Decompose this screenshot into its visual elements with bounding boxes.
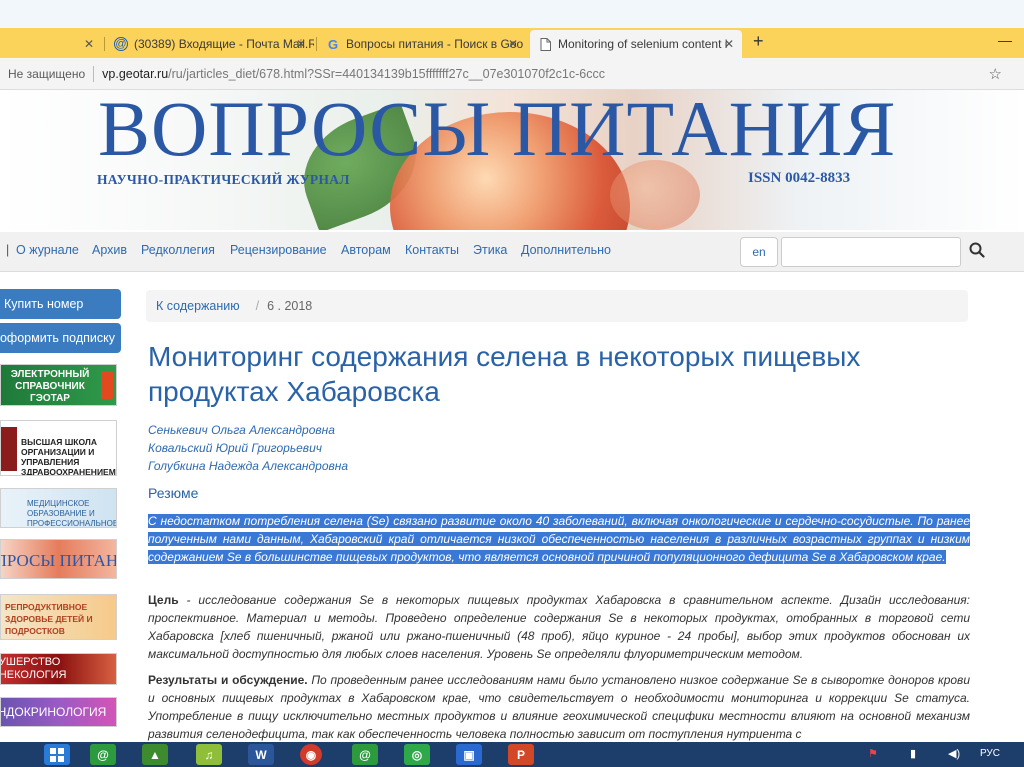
selected-text: С недостатком потребления селена (Se) св… xyxy=(148,514,970,564)
android-icon[interactable]: ▲ xyxy=(142,744,168,765)
tab-active-article[interactable]: Monitoring of selenium content i ✕ xyxy=(530,30,742,58)
journal-subtitle: НАУЧНО-ПРАКТИЧЕСКИЙ ЖУРНАЛ xyxy=(97,172,350,187)
url-text[interactable]: vp.geotar.ru/ru/jarticles_diet/678.html?… xyxy=(102,67,605,81)
start-icon[interactable] xyxy=(44,744,70,765)
journal-issn: ISSN 0042-8833 xyxy=(748,170,851,186)
nav-item-archive[interactable]: Архив xyxy=(92,243,127,257)
url-host: vp.geotar.ru xyxy=(102,66,169,81)
mail-agent-icon-2[interactable]: @ xyxy=(352,744,378,765)
keyboard-language[interactable]: РУС xyxy=(980,748,1000,759)
search-input[interactable] xyxy=(781,237,961,267)
breadcrumb: К содержанию / 6 . 2018 xyxy=(146,290,968,322)
minimize-icon[interactable]: — xyxy=(998,32,1012,48)
tab-divider xyxy=(316,37,317,51)
sidebar-banner-obstetrics[interactable]: АКУШЕРСТВО ГИНЕКОЛОГИЯ xyxy=(0,653,117,685)
sidebar-banner-school[interactable]: ВЫСШАЯ ШКОЛА ОРГАНИЗАЦИИ И УПРАВЛЕНИЯ ЗД… xyxy=(0,420,117,476)
nav-item-more[interactable]: Дополнительно xyxy=(521,243,611,257)
nav-item-about[interactable]: О журнале xyxy=(16,243,79,257)
tab-partial[interactable]: ✕ xyxy=(0,30,100,58)
banner-label: ВЫСШАЯ ШКОЛА ОРГАНИЗАЦИИ И УПРАВЛЕНИЯ ЗД… xyxy=(21,437,116,476)
mail-agent-icon[interactable]: @ xyxy=(90,744,116,765)
address-bar[interactable]: Не защищено vp.geotar.ru/ru/jarticles_di… xyxy=(0,58,1024,90)
music-icon[interactable]: ♫ xyxy=(196,744,222,765)
explorer-icon[interactable]: ▣ xyxy=(456,744,482,765)
banner-label: МЕДИЦИНСКОЕ ОБРАЗОВАНИЕ И ПРОФЕССИОНАЛЬН… xyxy=(27,499,117,528)
page-icon xyxy=(538,37,552,51)
school-logo-icon xyxy=(1,427,17,471)
author-link[interactable]: Голубкина Надежда Александровна xyxy=(148,457,348,475)
language-button[interactable]: en xyxy=(740,237,778,267)
address-divider xyxy=(93,65,95,82)
tab-mail[interactable]: @ (30389) Входящие - Почта Mail.R ✕ xyxy=(106,30,314,58)
url-path: /ru/jarticles_diet/678.html?SSr=44013413… xyxy=(168,66,605,81)
banner-label: ЭНДОКРИНОЛОГИЯ xyxy=(0,705,107,719)
banner-label: АКУШЕРСТВО ГИНЕКОЛОГИЯ xyxy=(0,656,67,681)
sidebar-banner-education[interactable]: МЕДИЦИНСКОЕ ОБРАЗОВАНИЕ И ПРОФЕССИОНАЛЬН… xyxy=(0,488,117,528)
nav-item-ethics[interactable]: Этика xyxy=(473,243,507,257)
bookmark-star-icon[interactable]: ☆ xyxy=(989,65,1002,83)
abstract-intro-selected[interactable]: С недостатком потребления селена (Se) св… xyxy=(148,512,970,566)
network-icon[interactable]: ▮ xyxy=(910,747,916,760)
google-icon: G xyxy=(327,36,339,52)
tab-google[interactable]: G Вопросы питания - Поиск в Goo ✕ xyxy=(318,30,526,58)
nav-left-border: | xyxy=(6,243,10,257)
banner-label: РЕПРОДУКТИВНОЕ ЗДОРОВЬЕ ДЕТЕЙ И ПОДРОСТК… xyxy=(5,602,93,636)
close-icon[interactable]: ✕ xyxy=(724,37,734,51)
tab-bar: ✕ @ (30389) Входящие - Почта Mail.R ✕ G … xyxy=(0,28,1024,58)
tab-divider xyxy=(104,37,105,51)
tab-label: Monitoring of selenium content i xyxy=(558,37,728,51)
nav-item-review[interactable]: Рецензирование xyxy=(230,243,327,257)
sidebar-banner-nutrition[interactable]: ВОПРОСЫ ПИТАНИЯ xyxy=(0,539,117,579)
results-label: Результаты и обсуждение. xyxy=(148,673,308,687)
new-tab-button[interactable]: + xyxy=(753,31,764,52)
nav-item-authors[interactable]: Авторам xyxy=(341,243,391,257)
journal-banner: ВОПРОСЫ ПИТАНИЯ НАУЧНО-ПРАКТИЧЕСКИЙ ЖУРН… xyxy=(0,90,1024,230)
close-icon[interactable]: ✕ xyxy=(84,37,94,51)
nav-item-contacts[interactable]: Контакты xyxy=(405,243,459,257)
goal-label: Цель xyxy=(148,593,179,607)
author-link[interactable]: Сенькевич Ольга Александровна xyxy=(148,421,348,439)
chrome-icon[interactable]: ◉ xyxy=(300,744,322,765)
sidebar-banner-reproductive[interactable]: РЕПРОДУКТИВНОЕ ЗДОРОВЬЕ ДЕТЕЙ И ПОДРОСТК… xyxy=(0,594,117,640)
subscribe-button[interactable]: оформить подписку xyxy=(0,323,121,353)
abstract-results: Результаты и обсуждение. По проведенным … xyxy=(148,671,970,743)
breadcrumb-issue: 6 . 2018 xyxy=(267,299,313,313)
flag-icon[interactable]: ⚑ xyxy=(868,747,878,760)
sidebar-banner-geotar[interactable]: ЭЛЕКТРОННЫЙ СПРАВОЧНИК ГЭОТАР xyxy=(0,364,117,406)
exclamation-icon xyxy=(101,371,113,399)
banner-label: ВОПРОСЫ ПИТАНИЯ xyxy=(1,551,117,570)
window-top-strip xyxy=(0,0,1024,28)
breadcrumb-contents-link[interactable]: К содержанию xyxy=(156,299,240,313)
breadcrumb-separator: / xyxy=(255,299,260,313)
abstract-heading: Резюме xyxy=(148,485,199,501)
app-icon[interactable]: ◎ xyxy=(404,744,430,765)
author-link[interactable]: Ковальский Юрий Григорьевич xyxy=(148,439,348,457)
banner-label: ЭЛЕКТРОННЫЙ СПРАВОЧНИК ГЭОТАР xyxy=(10,369,90,404)
insecure-label[interactable]: Не защищено xyxy=(8,67,85,81)
word-icon[interactable]: W xyxy=(248,744,274,765)
goal-text: - исследование содержания Se в некоторых… xyxy=(148,593,970,661)
author-list: Сенькевич Ольга Александровна Ковальский… xyxy=(148,421,348,475)
buy-issue-button[interactable]: Купить номер xyxy=(0,289,121,319)
article-title: Мониторинг содержания селена в некоторых… xyxy=(148,341,861,407)
search-icon[interactable] xyxy=(968,241,988,261)
close-icon[interactable]: ✕ xyxy=(296,37,306,51)
tab-label: Вопросы питания - Поиск в Goo xyxy=(346,37,524,51)
abstract-goal: Цель - исследование содержания Se в неко… xyxy=(148,591,970,663)
taskbar: @ ▲ ♫ W ◉ @ ◎ ▣ P ⚑ ▮ ◀) РУС xyxy=(0,742,1024,767)
mail-icon: @ xyxy=(114,37,128,51)
nav-item-editorial[interactable]: Редколлегия xyxy=(141,243,215,257)
powerpoint-icon[interactable]: P xyxy=(508,744,534,765)
sidebar-banner-endocrinology[interactable]: ЭНДОКРИНОЛОГИЯ xyxy=(0,697,117,727)
tab-label: (30389) Входящие - Почта Mail.R xyxy=(134,37,314,51)
close-icon[interactable]: ✕ xyxy=(508,37,518,51)
journal-title: ВОПРОСЫ ПИТАНИЯ xyxy=(98,90,897,172)
volume-icon[interactable]: ◀) xyxy=(948,747,960,760)
